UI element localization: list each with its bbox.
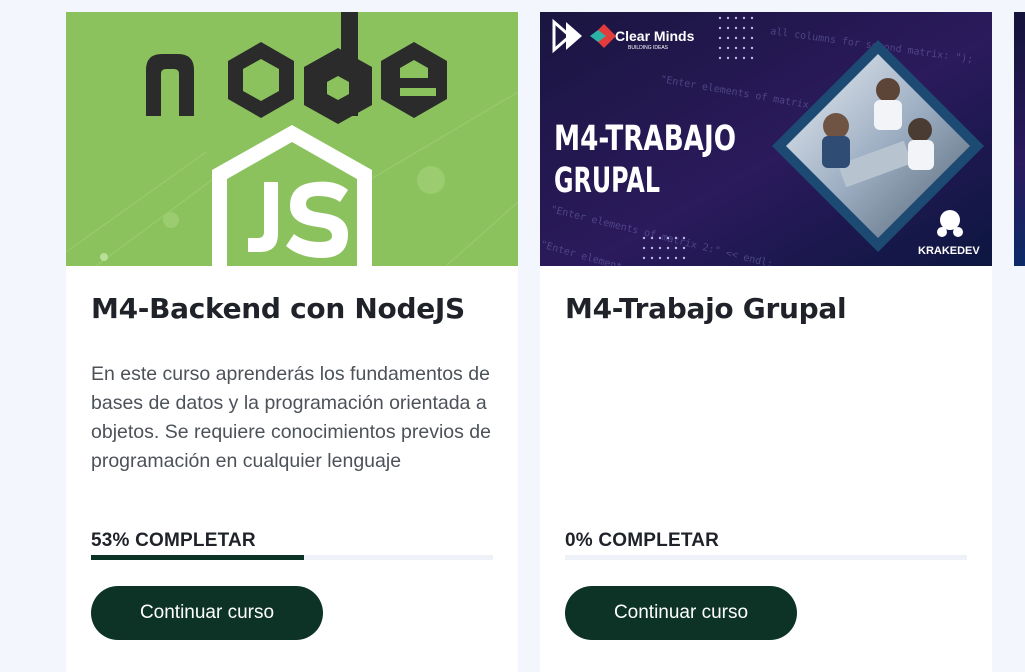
nodejs-logo-icon — [66, 12, 518, 266]
course-title[interactable]: M4-Trabajo Grupal — [565, 292, 967, 325]
progress-label: 53% COMPLETAR — [91, 530, 256, 551]
progress-bar — [565, 555, 967, 560]
continue-course-button[interactable]: Continuar curso — [565, 586, 797, 640]
brand-name: Clear Minds — [615, 28, 695, 44]
banner-heading-line1: M4-TRABAJO — [554, 119, 736, 159]
progress-bar — [91, 555, 493, 560]
footer-brand: KRAKEDEV — [918, 245, 980, 257]
course-card: M4-Backend con NodeJS En este curso apre… — [66, 12, 518, 672]
course-title[interactable]: M4-Backend con NodeJS — [91, 292, 493, 325]
course-thumbnail[interactable] — [66, 12, 518, 266]
course-card: all columns for second matrix: "); "Ente… — [540, 12, 992, 672]
next-course-card-thumbnail[interactable] — [1014, 12, 1025, 266]
progress-label: 0% COMPLETAR — [565, 530, 720, 551]
course-description: En este curso aprenderás los fundamentos… — [91, 363, 491, 472]
clear-minds-banner-icon: all columns for second matrix: "); "Ente… — [540, 12, 992, 266]
brand-tagline: BUILDING IDEAS — [628, 45, 669, 51]
course-thumbnail[interactable]: all columns for second matrix: "); "Ente… — [540, 12, 992, 266]
continue-course-button[interactable]: Continuar curso — [91, 586, 323, 640]
banner-heading-line2: GRUPAL — [554, 161, 660, 201]
progress-bar-fill — [91, 555, 305, 560]
